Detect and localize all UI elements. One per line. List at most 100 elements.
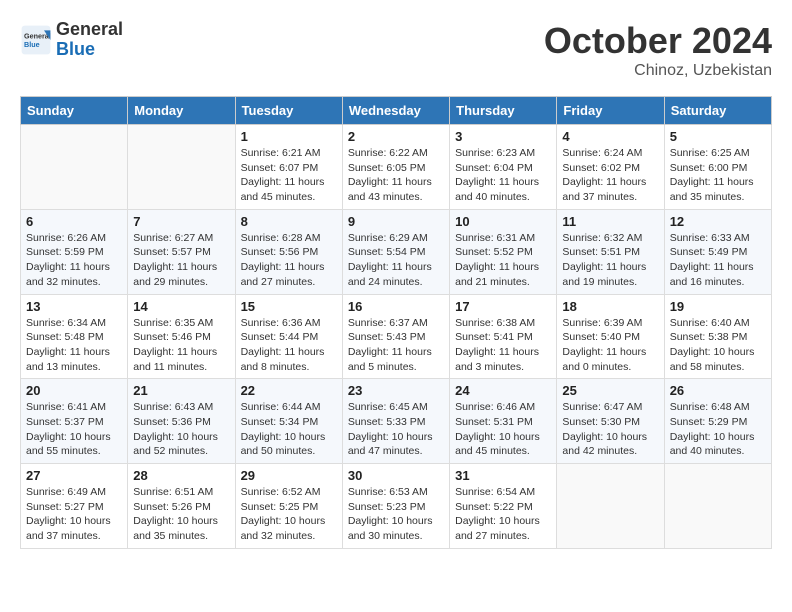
day-cell: 2 Sunrise: 6:22 AM Sunset: 6:05 PM Daylig… (342, 125, 449, 210)
calendar-table: Sunday Monday Tuesday Wednesday Thursday… (20, 96, 772, 549)
day-number: 27 (26, 468, 122, 483)
day-cell: 21 Sunrise: 6:43 AM Sunset: 5:36 PM Dayli… (128, 379, 235, 464)
day-cell: 3 Sunrise: 6:23 AM Sunset: 6:04 PM Daylig… (450, 125, 557, 210)
week-row-4: 20 Sunrise: 6:41 AM Sunset: 5:37 PM Dayli… (21, 379, 772, 464)
day-number: 16 (348, 299, 444, 314)
day-number: 11 (562, 214, 658, 229)
day-cell (664, 464, 771, 549)
day-number: 5 (670, 129, 766, 144)
day-info: Sunrise: 6:44 AM Sunset: 5:34 PM Dayligh… (241, 400, 337, 459)
page-header: General Blue General Blue October 2024 C… (20, 20, 772, 80)
calendar-body: 1Sunrise: 6:21 AM Sunset: 6:07 PM Daylig… (21, 125, 772, 549)
day-cell: 20 Sunrise: 6:41 AM Sunset: 5:37 PM Dayli… (21, 379, 128, 464)
header-row: Sunday Monday Tuesday Wednesday Thursday… (21, 97, 772, 125)
day-cell: 14 Sunrise: 6:35 AM Sunset: 5:46 PM Dayli… (128, 294, 235, 379)
week-row-3: 13Sunrise: 6:34 AM Sunset: 5:48 PM Dayli… (21, 294, 772, 379)
day-info: Sunrise: 6:45 AM Sunset: 5:33 PM Dayligh… (348, 400, 444, 459)
day-info: Sunrise: 6:34 AM Sunset: 5:48 PM Dayligh… (26, 316, 122, 375)
day-number: 20 (26, 383, 122, 398)
day-number: 29 (241, 468, 337, 483)
title-block: October 2024 Chinoz, Uzbekistan (544, 20, 772, 80)
day-cell: 6 Sunrise: 6:26 AM Sunset: 5:59 PM Daylig… (21, 209, 128, 294)
day-number: 3 (455, 129, 551, 144)
day-cell: 7 Sunrise: 6:27 AM Sunset: 5:57 PM Daylig… (128, 209, 235, 294)
day-info: Sunrise: 6:27 AM Sunset: 5:57 PM Dayligh… (133, 231, 229, 290)
day-info: Sunrise: 6:32 AM Sunset: 5:51 PM Dayligh… (562, 231, 658, 290)
day-info: Sunrise: 6:39 AM Sunset: 5:40 PM Dayligh… (562, 316, 658, 375)
day-info: Sunrise: 6:22 AM Sunset: 6:05 PM Dayligh… (348, 146, 444, 205)
day-number: 2 (348, 129, 444, 144)
week-row-1: 1Sunrise: 6:21 AM Sunset: 6:07 PM Daylig… (21, 125, 772, 210)
day-info: Sunrise: 6:23 AM Sunset: 6:04 PM Dayligh… (455, 146, 551, 205)
col-sunday: Sunday (21, 97, 128, 125)
day-info: Sunrise: 6:46 AM Sunset: 5:31 PM Dayligh… (455, 400, 551, 459)
day-info: Sunrise: 6:40 AM Sunset: 5:38 PM Dayligh… (670, 316, 766, 375)
day-number: 28 (133, 468, 229, 483)
day-cell: 22 Sunrise: 6:44 AM Sunset: 5:34 PM Dayli… (235, 379, 342, 464)
day-info: Sunrise: 6:28 AM Sunset: 5:56 PM Dayligh… (241, 231, 337, 290)
day-cell (557, 464, 664, 549)
day-cell: 29 Sunrise: 6:52 AM Sunset: 5:25 PM Dayli… (235, 464, 342, 549)
day-info: Sunrise: 6:21 AM Sunset: 6:07 PM Dayligh… (241, 146, 337, 205)
day-cell: 10Sunrise: 6:31 AM Sunset: 5:52 PM Dayli… (450, 209, 557, 294)
day-cell (128, 125, 235, 210)
logo-text: General Blue (56, 20, 123, 60)
day-cell: 8 Sunrise: 6:28 AM Sunset: 5:56 PM Daylig… (235, 209, 342, 294)
day-info: Sunrise: 6:49 AM Sunset: 5:27 PM Dayligh… (26, 485, 122, 544)
day-info: Sunrise: 6:35 AM Sunset: 5:46 PM Dayligh… (133, 316, 229, 375)
day-info: Sunrise: 6:26 AM Sunset: 5:59 PM Dayligh… (26, 231, 122, 290)
col-tuesday: Tuesday (235, 97, 342, 125)
day-info: Sunrise: 6:29 AM Sunset: 5:54 PM Dayligh… (348, 231, 444, 290)
day-number: 21 (133, 383, 229, 398)
day-number: 31 (455, 468, 551, 483)
day-cell: 16 Sunrise: 6:37 AM Sunset: 5:43 PM Dayli… (342, 294, 449, 379)
day-number: 14 (133, 299, 229, 314)
location-subtitle: Chinoz, Uzbekistan (544, 62, 772, 80)
day-info: Sunrise: 6:38 AM Sunset: 5:41 PM Dayligh… (455, 316, 551, 375)
day-number: 22 (241, 383, 337, 398)
svg-text:Blue: Blue (24, 40, 40, 49)
col-wednesday: Wednesday (342, 97, 449, 125)
day-info: Sunrise: 6:54 AM Sunset: 5:22 PM Dayligh… (455, 485, 551, 544)
day-number: 23 (348, 383, 444, 398)
day-info: Sunrise: 6:51 AM Sunset: 5:26 PM Dayligh… (133, 485, 229, 544)
day-number: 8 (241, 214, 337, 229)
day-info: Sunrise: 6:33 AM Sunset: 5:49 PM Dayligh… (670, 231, 766, 290)
col-thursday: Thursday (450, 97, 557, 125)
day-cell (21, 125, 128, 210)
day-cell: 27 Sunrise: 6:49 AM Sunset: 5:27 PM Dayli… (21, 464, 128, 549)
day-number: 26 (670, 383, 766, 398)
day-number: 25 (562, 383, 658, 398)
day-info: Sunrise: 6:52 AM Sunset: 5:25 PM Dayligh… (241, 485, 337, 544)
day-number: 4 (562, 129, 658, 144)
day-cell: 25 Sunrise: 6:47 AM Sunset: 5:30 PM Dayli… (557, 379, 664, 464)
day-number: 7 (133, 214, 229, 229)
day-info: Sunrise: 6:48 AM Sunset: 5:29 PM Dayligh… (670, 400, 766, 459)
day-number: 15 (241, 299, 337, 314)
day-number: 24 (455, 383, 551, 398)
day-cell: 11 Sunrise: 6:32 AM Sunset: 5:51 PM Dayli… (557, 209, 664, 294)
day-info: Sunrise: 6:53 AM Sunset: 5:23 PM Dayligh… (348, 485, 444, 544)
month-title: October 2024 (544, 20, 772, 62)
day-cell: 19 Sunrise: 6:40 AM Sunset: 5:38 PM Dayli… (664, 294, 771, 379)
day-info: Sunrise: 6:37 AM Sunset: 5:43 PM Dayligh… (348, 316, 444, 375)
day-info: Sunrise: 6:47 AM Sunset: 5:30 PM Dayligh… (562, 400, 658, 459)
week-row-5: 27 Sunrise: 6:49 AM Sunset: 5:27 PM Dayli… (21, 464, 772, 549)
logo: General Blue General Blue (20, 20, 123, 60)
day-cell: 28 Sunrise: 6:51 AM Sunset: 5:26 PM Dayli… (128, 464, 235, 549)
day-number: 6 (26, 214, 122, 229)
col-friday: Friday (557, 97, 664, 125)
day-cell: 24 Sunrise: 6:46 AM Sunset: 5:31 PM Dayli… (450, 379, 557, 464)
day-cell: 15 Sunrise: 6:36 AM Sunset: 5:44 PM Dayli… (235, 294, 342, 379)
day-number: 9 (348, 214, 444, 229)
col-saturday: Saturday (664, 97, 771, 125)
day-cell: 12Sunrise: 6:33 AM Sunset: 5:49 PM Dayli… (664, 209, 771, 294)
col-monday: Monday (128, 97, 235, 125)
day-info: Sunrise: 6:41 AM Sunset: 5:37 PM Dayligh… (26, 400, 122, 459)
day-info: Sunrise: 6:43 AM Sunset: 5:36 PM Dayligh… (133, 400, 229, 459)
day-cell: 1Sunrise: 6:21 AM Sunset: 6:07 PM Daylig… (235, 125, 342, 210)
day-info: Sunrise: 6:36 AM Sunset: 5:44 PM Dayligh… (241, 316, 337, 375)
calendar-header: Sunday Monday Tuesday Wednesday Thursday… (21, 97, 772, 125)
day-number: 19 (670, 299, 766, 314)
day-cell: 5Sunrise: 6:25 AM Sunset: 6:00 PM Daylig… (664, 125, 771, 210)
